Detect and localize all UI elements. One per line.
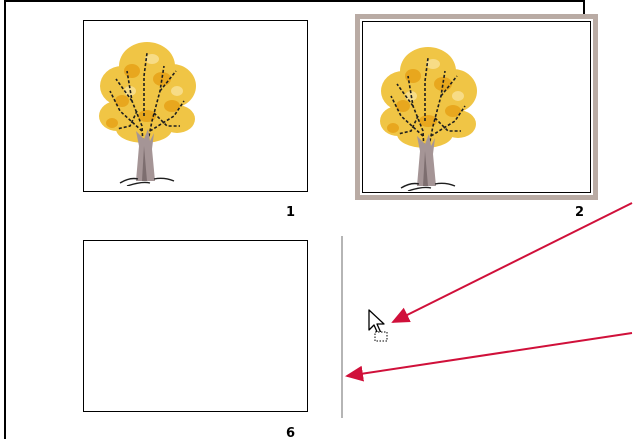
tree-image <box>92 31 202 186</box>
slide-thumbnail-1[interactable] <box>83 20 308 192</box>
slide-thumbnail-2-selected[interactable] <box>355 14 598 200</box>
slide-thumbnail-2-frame <box>362 21 591 193</box>
window-frame-top <box>4 0 584 2</box>
slide-thumbnail-6[interactable] <box>83 240 308 412</box>
slide-number: 1 <box>286 205 296 220</box>
drag-arrow-cursor-icon <box>368 309 388 342</box>
insertion-line <box>341 236 343 418</box>
window-frame-left <box>4 0 6 439</box>
callout-arrow-to-cursor <box>391 202 633 323</box>
slide-number: 2 <box>575 205 585 220</box>
tree-image <box>373 36 483 191</box>
